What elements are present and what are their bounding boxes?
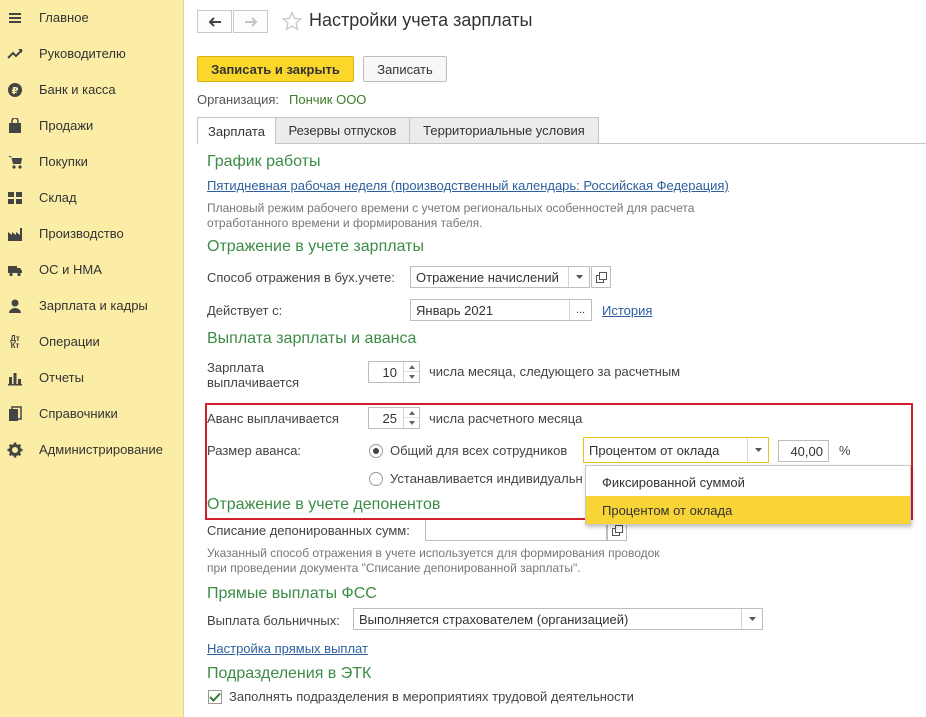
valid-from-label: Действует с: <box>207 303 283 318</box>
work-schedule-title: График работы <box>207 153 321 170</box>
deponent-writeoff-label: Списание депонированных сумм: <box>207 523 410 538</box>
svg-text:₽: ₽ <box>12 86 19 97</box>
tab-salary[interactable]: Зарплата <box>197 117 276 145</box>
sidebar-item-warehouse[interactable]: Склад <box>0 180 183 216</box>
dt-kt-icon: Дт Кт <box>10 334 20 350</box>
sidebar-item-label: Главное <box>39 10 89 25</box>
select-period-button[interactable]: ... <box>569 300 591 320</box>
main-panel: Настройки учета зарплаты Записать и закр… <box>185 0 926 717</box>
etk-checkbox[interactable] <box>208 690 222 704</box>
organization-label: Организация: <box>197 92 280 107</box>
stepper-down-icon[interactable] <box>404 372 419 382</box>
sidebar-item-bank[interactable]: ₽ Банк и касса <box>0 72 183 108</box>
sidebar-item-label: Руководителю <box>39 46 126 61</box>
work-schedule-link[interactable]: Пятидневная рабочая неделя (производстве… <box>207 178 729 193</box>
gear-icon <box>7 442 23 458</box>
sidebar-item-label: Банк и касса <box>39 82 116 97</box>
deponents-hint: Указанный способ отражения в учете испол… <box>207 546 660 575</box>
sidebar-item-label: Администрирование <box>39 442 163 457</box>
cart-icon <box>7 154 23 170</box>
sidebar-item-administration[interactable]: Администрирование <box>0 432 183 468</box>
deponent-writeoff-select[interactable] <box>425 519 607 541</box>
organization-value[interactable]: Пончик ООО <box>289 92 366 107</box>
arrow-right-icon <box>244 16 257 27</box>
truck-icon <box>7 262 23 278</box>
person-icon <box>7 298 23 314</box>
option-fixed-amount[interactable]: Фиксированной суммой <box>586 468 910 496</box>
sick-pay-label: Выплата больничных: <box>207 613 340 628</box>
sidebar-item-salary-hr[interactable]: Зарплата и кадры <box>0 288 183 324</box>
sidebar-item-label: Производство <box>39 226 124 241</box>
bar-chart-icon <box>7 370 23 386</box>
sidebar-item-label: Операции <box>39 334 100 349</box>
direct-payments-settings-link[interactable]: Настройка прямых выплат <box>207 641 368 656</box>
chevron-down-icon[interactable] <box>568 267 589 287</box>
sidebar-item-label: Справочники <box>39 406 118 421</box>
checkmark-icon <box>209 692 221 702</box>
payout-title: Выплата зарплаты и аванса <box>207 330 417 347</box>
salary-paid-label: Зарплата выплачивается <box>207 360 299 390</box>
open-button[interactable] <box>591 266 611 288</box>
valid-from-input[interactable]: Январь 2021 ... <box>410 299 592 321</box>
sidebar-item-label: ОС и НМА <box>39 262 102 277</box>
menu-icon <box>7 10 23 26</box>
sidebar-item-sales[interactable]: Продажи <box>0 108 183 144</box>
stepper-up-icon[interactable] <box>404 362 419 372</box>
ruble-icon: ₽ <box>7 82 23 98</box>
accounting-title: Отражение в учете зарплаты <box>207 238 424 255</box>
tab-territorial-conditions[interactable]: Территориальные условия <box>409 117 599 144</box>
books-icon <box>7 406 23 422</box>
sidebar-item-label: Зарплата и кадры <box>39 298 148 313</box>
arrow-left-icon <box>208 16 221 27</box>
save-button[interactable]: Записать <box>363 56 447 82</box>
salary-day-stepper[interactable]: 10 <box>368 361 420 383</box>
sidebar-item-label: Склад <box>39 190 77 205</box>
fss-title: Прямые выплаты ФСС <box>207 585 377 602</box>
advance-method-dropdown: Фиксированной суммой Процентом от оклада <box>585 465 911 525</box>
accounting-method-select[interactable]: Отражение начислений <box>410 266 590 288</box>
sidebar-item-operations[interactable]: Дт Кт Операции <box>0 324 183 360</box>
sidebar-item-production[interactable]: Производство <box>0 216 183 252</box>
sidebar-item-label: Продажи <box>39 118 94 133</box>
back-button[interactable] <box>197 10 232 33</box>
sidebar-item-main[interactable]: Главное <box>0 0 183 36</box>
bag-icon <box>7 118 23 134</box>
tab-vacation-reserves[interactable]: Резервы отпусков <box>275 117 410 144</box>
sidebar-item-manager[interactable]: Руководителю <box>0 36 183 72</box>
sidebar-item-label: Покупки <box>39 154 88 169</box>
chevron-down-icon[interactable] <box>741 609 762 629</box>
sidebar-item-reports[interactable]: Отчеты <box>0 360 183 396</box>
work-schedule-hint: Плановый режим рабочего времени с учетом… <box>207 201 695 230</box>
accounting-method-label: Способ отражения в бух.учете: <box>207 270 395 285</box>
sidebar-item-directories[interactable]: Справочники <box>0 396 183 432</box>
sidebar-item-assets[interactable]: ОС и НМА <box>0 252 183 288</box>
factory-icon <box>7 226 23 242</box>
salary-day-suffix: числа месяца, следующего за расчетным <box>429 364 681 379</box>
sidebar: Главное Руководителю ₽ Банк и касса Прод… <box>0 0 184 717</box>
option-percent-of-salary[interactable]: Процентом от оклада <box>586 496 910 524</box>
grid-icon <box>7 190 23 206</box>
open-window-icon <box>595 271 607 283</box>
open-window-icon <box>611 524 623 536</box>
sidebar-item-purchases[interactable]: Покупки <box>0 144 183 180</box>
sidebar-item-label: Отчеты <box>39 370 84 385</box>
trend-icon <box>7 46 23 62</box>
history-link[interactable]: История <box>602 303 652 318</box>
forward-button[interactable] <box>233 10 268 33</box>
sick-pay-select[interactable]: Выполняется страхователем (организацией) <box>353 608 763 630</box>
etk-title: Подразделения в ЭТК <box>207 665 372 682</box>
favorite-star-icon[interactable] <box>282 11 302 31</box>
save-and-close-button[interactable]: Записать и закрыть <box>197 56 354 82</box>
page-title: Настройки учета зарплаты <box>309 10 533 30</box>
etk-checkbox-label[interactable]: Заполнять подразделения в мероприятиях т… <box>229 689 634 704</box>
